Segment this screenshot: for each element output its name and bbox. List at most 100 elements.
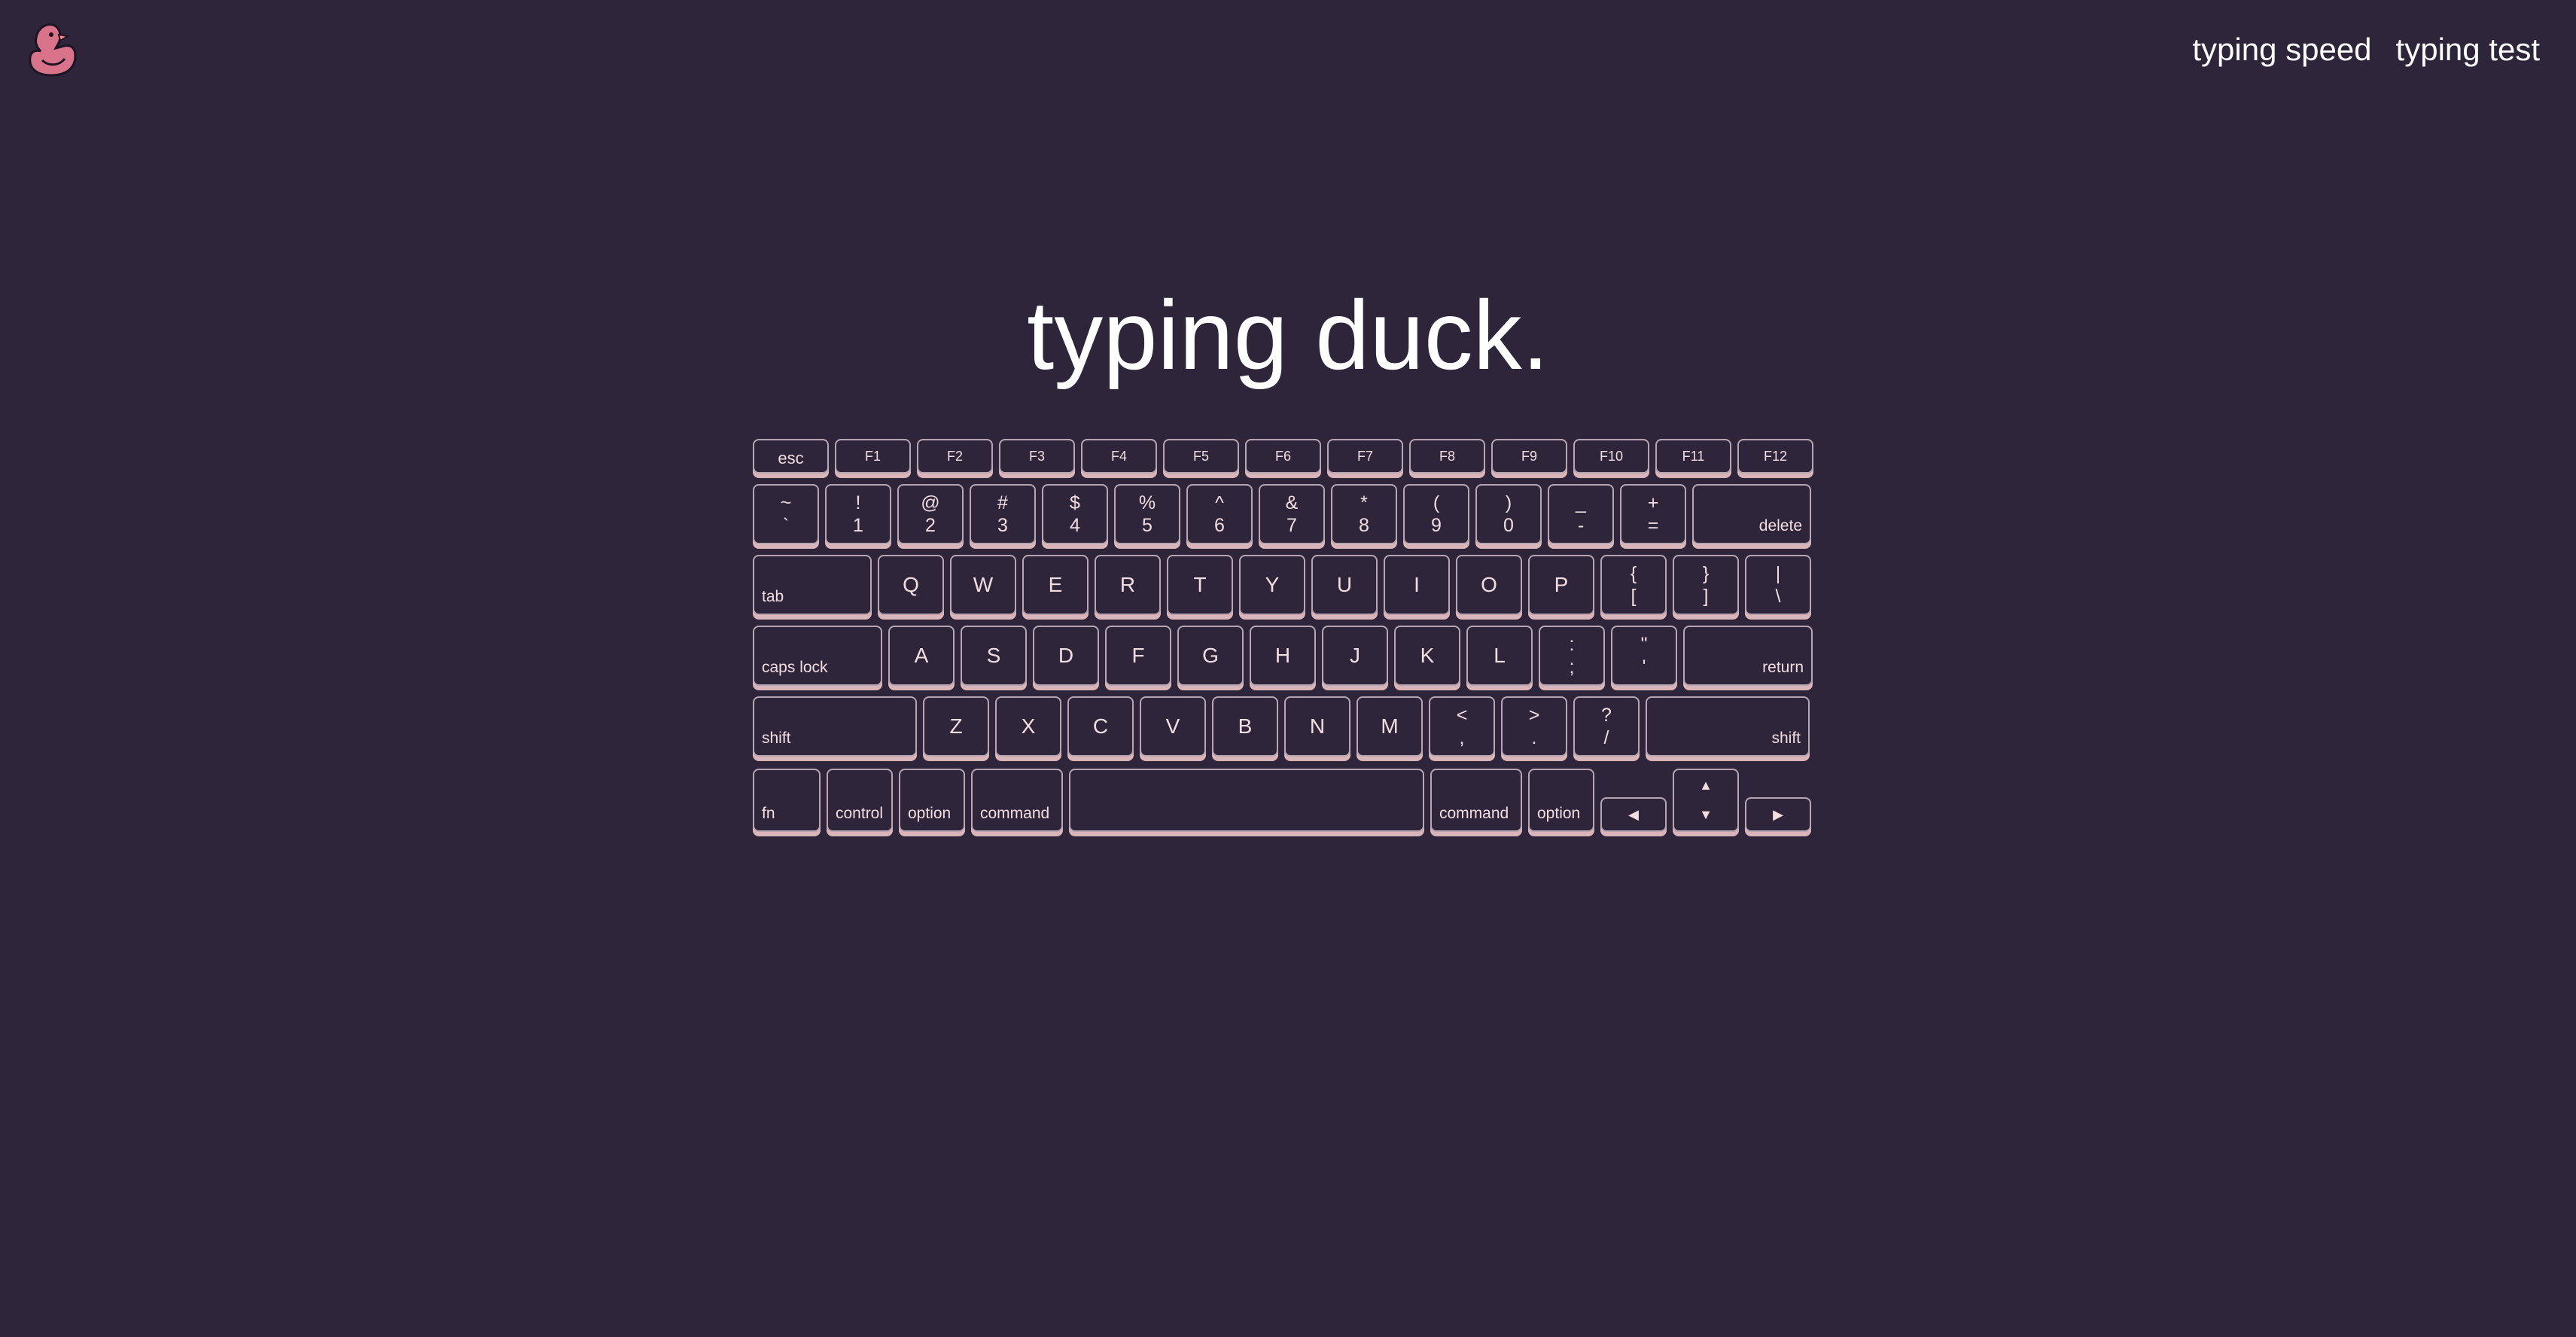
key-f9[interactable]: F9 [1491, 439, 1567, 474]
key-f7[interactable]: F7 [1327, 439, 1403, 474]
key-right-command[interactable]: command [1430, 769, 1522, 832]
key-label: :; [1540, 627, 1603, 684]
key-shift-char: % [1138, 492, 1156, 513]
key-label: A [914, 644, 929, 667]
key-f6[interactable]: F6 [1245, 439, 1321, 474]
nav-typing-speed-link[interactable]: typing speed [2192, 32, 2371, 68]
key-j[interactable]: J [1322, 626, 1388, 686]
key-char: . [1531, 727, 1537, 748]
key-s[interactable]: S [961, 626, 1027, 686]
key-f5[interactable]: F5 [1163, 439, 1239, 474]
key-minus[interactable]: _ - [1548, 484, 1614, 544]
key-2[interactable]: @2 [897, 484, 964, 544]
key-p[interactable]: P [1528, 555, 1594, 615]
key-comma[interactable]: <, [1429, 696, 1495, 757]
key-label: command [980, 805, 1050, 822]
key-char: 3 [997, 515, 1008, 536]
key-b[interactable]: B [1212, 696, 1278, 757]
key-h[interactable]: H [1250, 626, 1316, 686]
arrow-right-column: ▶ [1745, 769, 1811, 832]
key-tab[interactable]: tab [753, 555, 872, 615]
duck-logo-icon[interactable] [26, 21, 80, 81]
key-right-option[interactable]: option [1528, 769, 1594, 832]
key-quote[interactable]: " ' [1611, 626, 1677, 686]
key-d[interactable]: D [1033, 626, 1099, 686]
key-7[interactable]: & 7 [1259, 484, 1325, 544]
key-x[interactable]: X [995, 696, 1061, 757]
key-arrow-right[interactable]: ▶ [1745, 797, 1811, 832]
key-caps-lock[interactable]: caps lock [753, 626, 882, 686]
key-4[interactable]: $4 [1042, 484, 1108, 544]
qwerty-row: tab Q W E R T Y U I O P {[ }] | \ [753, 555, 1817, 615]
key-f3[interactable]: F3 [999, 439, 1075, 474]
key-label: J [1350, 644, 1360, 667]
key-backslash[interactable]: | \ [1745, 555, 1811, 615]
key-n[interactable]: N [1284, 696, 1350, 757]
key-right-bracket[interactable]: }] [1673, 555, 1739, 615]
key-0[interactable]: ) 0 [1475, 484, 1542, 544]
key-t[interactable]: T [1167, 555, 1233, 615]
key-a[interactable]: A [888, 626, 955, 686]
key-z[interactable]: Z [923, 696, 989, 757]
key-label: F3 [1028, 448, 1045, 464]
key-8[interactable]: * 8 [1331, 484, 1397, 544]
key-label: fn [762, 805, 775, 822]
key-9[interactable]: (9 [1403, 484, 1469, 544]
key-left-shift[interactable]: shift [753, 696, 917, 757]
key-o[interactable]: O [1456, 555, 1522, 615]
key-period[interactable]: >. [1501, 696, 1567, 757]
key-f11[interactable]: F11 [1655, 439, 1731, 474]
key-5[interactable]: % 5 [1114, 484, 1180, 544]
key-e[interactable]: E [1022, 555, 1089, 615]
key-left-bracket[interactable]: {[ [1600, 555, 1667, 615]
key-label: K [1420, 644, 1435, 667]
key-f8[interactable]: F8 [1409, 439, 1485, 474]
key-f2[interactable]: F2 [917, 439, 993, 474]
key-label: tab [762, 588, 784, 605]
key-arrow-left[interactable]: ◀ [1600, 797, 1667, 832]
key-arrow-up-down[interactable]: ▲ ▼ [1673, 769, 1739, 832]
key-g[interactable]: G [1177, 626, 1244, 686]
key-u[interactable]: U [1311, 555, 1378, 615]
key-k[interactable]: K [1394, 626, 1460, 686]
key-left-option[interactable]: option [899, 769, 965, 832]
key-right-shift[interactable]: shift [1646, 696, 1810, 757]
key-slash[interactable]: ? / [1573, 696, 1640, 757]
key-f12[interactable]: F12 [1737, 439, 1813, 474]
key-l[interactable]: L [1466, 626, 1533, 686]
key-label: shift [762, 729, 791, 747]
key-char: 7 [1286, 515, 1297, 536]
key-spacebar[interactable] [1069, 769, 1424, 832]
key-f4[interactable]: F4 [1081, 439, 1157, 474]
key-f1[interactable]: F1 [835, 439, 911, 474]
key-label: * 8 [1332, 486, 1396, 543]
key-left-command[interactable]: command [971, 769, 1063, 832]
key-v[interactable]: V [1140, 696, 1206, 757]
key-fn[interactable]: fn [753, 769, 821, 832]
key-char: ` [782, 515, 790, 536]
key-label: (9 [1405, 486, 1468, 543]
key-1[interactable]: ! 1 [825, 484, 891, 544]
key-equals[interactable]: + = [1620, 484, 1686, 544]
key-r[interactable]: R [1095, 555, 1161, 615]
key-control[interactable]: control [827, 769, 893, 832]
key-delete[interactable]: delete [1692, 484, 1811, 544]
key-f[interactable]: F [1105, 626, 1171, 686]
key-return[interactable]: return [1683, 626, 1813, 686]
key-y[interactable]: Y [1239, 555, 1305, 615]
key-c[interactable]: C [1067, 696, 1134, 757]
key-label: W [973, 573, 994, 596]
key-backtick[interactable]: ~ ` [753, 484, 819, 544]
key-i[interactable]: I [1384, 555, 1450, 615]
key-shift-char: > [1528, 705, 1540, 726]
nav-typing-test-link[interactable]: typing test [2396, 32, 2540, 68]
key-semicolon[interactable]: :; [1539, 626, 1605, 686]
key-3[interactable]: #3 [970, 484, 1036, 544]
key-w[interactable]: W [950, 555, 1016, 615]
key-m[interactable]: M [1357, 696, 1423, 757]
key-char: 4 [1070, 515, 1080, 536]
key-f10[interactable]: F10 [1573, 439, 1649, 474]
key-6[interactable]: ^ 6 [1186, 484, 1253, 544]
key-esc[interactable]: esc [753, 439, 829, 474]
key-q[interactable]: Q [878, 555, 944, 615]
